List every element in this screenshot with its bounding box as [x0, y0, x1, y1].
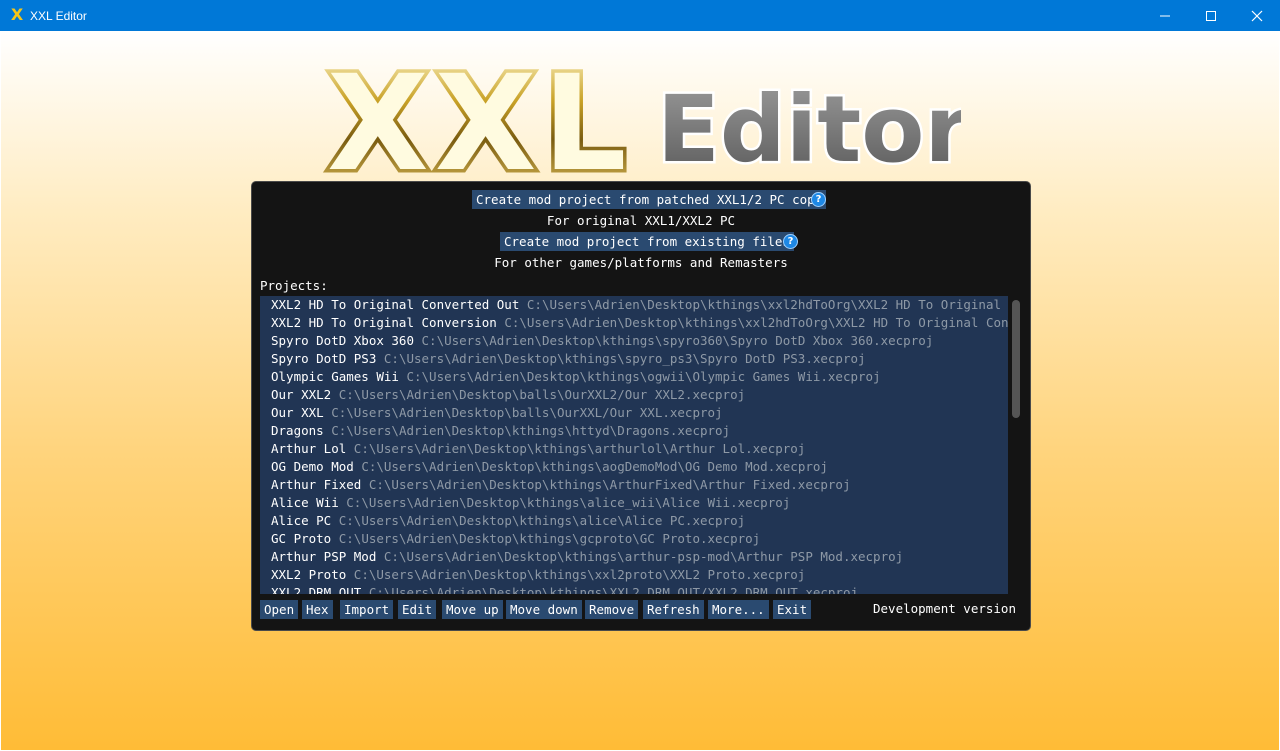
- project-path: C:\Users\Adrien\Desktop\kthings\gcproto\…: [338, 531, 761, 546]
- minimize-button[interactable]: [1142, 0, 1188, 31]
- project-name: XXL2 HD To Original Converted Out: [271, 297, 520, 312]
- close-icon: [1251, 10, 1263, 22]
- project-list-item[interactable]: Alice PC C:\Users\Adrien\Desktop\kthings…: [271, 512, 745, 530]
- project-path: C:\Users\Adrien\Desktop\kthings\aogDemoM…: [361, 459, 828, 474]
- more-button[interactable]: More...: [708, 600, 769, 619]
- xxl-editor-logo: XXL Editor: [324, 44, 962, 202]
- maximize-button[interactable]: [1188, 0, 1234, 31]
- app-logo-icon: X: [10, 5, 24, 24]
- project-list-item[interactable]: XXL2 HD To Original Converted Out C:\Use…: [271, 296, 1008, 314]
- project-list-item[interactable]: GC Proto C:\Users\Adrien\Desktop\kthings…: [271, 530, 760, 548]
- version-label: Development version: [873, 601, 1016, 616]
- scrollbar-thumb[interactable]: [1012, 300, 1020, 418]
- project-path: C:\Users\Adrien\Desktop\kthings\xxl2hdTo…: [504, 315, 1008, 330]
- project-path: C:\Users\Adrien\Desktop\kthings\alice\Al…: [338, 513, 746, 528]
- project-name: Arthur PSP Mod: [271, 549, 377, 564]
- help-icon[interactable]: ?: [811, 192, 826, 207]
- remove-button[interactable]: Remove: [585, 600, 639, 619]
- logo-editor-text: Editor: [657, 76, 961, 183]
- project-path: C:\Users\Adrien\Desktop\kthings\alice_wi…: [346, 495, 791, 510]
- window-title: XXL Editor: [30, 9, 87, 23]
- edit-button[interactable]: Edit: [398, 600, 437, 619]
- project-list-item[interactable]: XXL2 Proto C:\Users\Adrien\Desktop\kthin…: [271, 566, 805, 584]
- maximize-icon: [1206, 11, 1216, 21]
- refresh-button[interactable]: Refresh: [643, 600, 704, 619]
- title-bar[interactable]: X XXL Editor: [0, 0, 1280, 31]
- project-name: XXL2 Proto: [271, 567, 347, 582]
- project-path: C:\Users\Adrien\Desktop\kthings\xxl2hdTo…: [526, 297, 1008, 312]
- project-path: C:\Users\Adrien\Desktop\kthings\ArthurFi…: [368, 477, 851, 492]
- project-name: Spyro DotD PS3: [271, 351, 377, 366]
- project-name: XXL2 DRM OUT: [271, 585, 362, 594]
- project-list-item[interactable]: Arthur Lol C:\Users\Adrien\Desktop\kthin…: [271, 440, 805, 458]
- project-name: Alice Wii: [271, 495, 339, 510]
- create-from-patched-button[interactable]: Create mod project from patched XXL1/2 P…: [472, 190, 827, 209]
- help-icon[interactable]: ?: [783, 234, 798, 249]
- project-path: C:\Users\Adrien\Desktop\kthings\XXL2_DRM…: [368, 585, 859, 594]
- project-name: Spyro DotD Xbox 360: [271, 333, 414, 348]
- project-path: C:\Users\Adrien\Desktop\kthings\httyd\Dr…: [331, 423, 731, 438]
- project-name: Dragons: [271, 423, 324, 438]
- project-path: C:\Users\Adrien\Desktop\balls\OurXXL2/Ou…: [338, 387, 746, 402]
- create-patched-description: For original XXL1/XXL2 PC: [546, 213, 736, 228]
- project-list-item[interactable]: XXL2 HD To Original Conversion C:\Users\…: [271, 314, 1008, 332]
- project-path: C:\Users\Adrien\Desktop\kthings\arthurlo…: [353, 441, 806, 456]
- project-name: Arthur Lol: [271, 441, 347, 456]
- project-name: Our XXL: [271, 405, 324, 420]
- import-button[interactable]: Import: [340, 600, 394, 619]
- project-path: C:\Users\Adrien\Desktop\kthings\ogwii\Ol…: [406, 369, 881, 384]
- project-list-item[interactable]: Spyro DotD PS3 C:\Users\Adrien\Desktop\k…: [271, 350, 866, 368]
- project-list-item[interactable]: Olympic Games Wii C:\Users\Adrien\Deskto…: [271, 368, 881, 386]
- project-list-item[interactable]: Arthur PSP Mod C:\Users\Adrien\Desktop\k…: [271, 548, 903, 566]
- logo-xxl-text: XXL: [327, 47, 633, 201]
- project-name: Our XXL2: [271, 387, 332, 402]
- project-name: GC Proto: [271, 531, 332, 546]
- project-list-scrollbar[interactable]: [1009, 296, 1023, 594]
- project-list-item[interactable]: Our XXL C:\Users\Adrien\Desktop\balls\Ou…: [271, 404, 723, 422]
- close-button[interactable]: [1234, 0, 1280, 31]
- create-from-existing-button[interactable]: Create mod project from existing files: [500, 232, 794, 251]
- project-name: OG Demo Mod: [271, 459, 354, 474]
- project-path: C:\Users\Adrien\Desktop\kthings\arthur-p…: [383, 549, 904, 564]
- project-list-item[interactable]: Our XXL2 C:\Users\Adrien\Desktop\balls\O…: [271, 386, 745, 404]
- project-name: Alice PC: [271, 513, 332, 528]
- project-path: C:\Users\Adrien\Desktop\kthings\xxl2prot…: [353, 567, 806, 582]
- project-list-item[interactable]: OG Demo Mod C:\Users\Adrien\Desktop\kthi…: [271, 458, 828, 476]
- projects-label: Projects:: [260, 278, 328, 293]
- create-existing-description: For other games/platforms and Remasters: [494, 255, 788, 270]
- minimize-icon: [1160, 15, 1170, 17]
- hex-button[interactable]: Hex: [302, 600, 333, 619]
- project-name: XXL2 HD To Original Conversion: [271, 315, 497, 330]
- project-path: C:\Users\Adrien\Desktop\kthings\spyro_ps…: [383, 351, 866, 366]
- exit-button[interactable]: Exit: [773, 600, 812, 619]
- project-list-item[interactable]: Alice Wii C:\Users\Adrien\Desktop\kthing…: [271, 494, 790, 512]
- project-list-item[interactable]: Spyro DotD Xbox 360 C:\Users\Adrien\Desk…: [271, 332, 933, 350]
- project-name: Olympic Games Wii: [271, 369, 399, 384]
- move-up-button[interactable]: Move up: [442, 600, 503, 619]
- project-list[interactable]: XXL2 HD To Original Converted Out C:\Use…: [260, 296, 1008, 594]
- open-button[interactable]: Open: [260, 600, 299, 619]
- main-window: XXL Editor Create mod project from patch…: [1, 31, 1279, 750]
- project-list-item[interactable]: Arthur Fixed C:\Users\Adrien\Desktop\kth…: [271, 476, 850, 494]
- project-list-item[interactable]: XXL2 DRM OUT C:\Users\Adrien\Desktop\kth…: [271, 584, 858, 594]
- move-down-button[interactable]: Move down: [506, 600, 582, 619]
- project-path: C:\Users\Adrien\Desktop\balls\OurXXL/Our…: [331, 405, 723, 420]
- project-panel: Create mod project from patched XXL1/2 P…: [251, 181, 1031, 631]
- project-path: C:\Users\Adrien\Desktop\kthings\spyro360…: [421, 333, 934, 348]
- project-list-item[interactable]: Dragons C:\Users\Adrien\Desktop\kthings\…: [271, 422, 730, 440]
- project-name: Arthur Fixed: [271, 477, 362, 492]
